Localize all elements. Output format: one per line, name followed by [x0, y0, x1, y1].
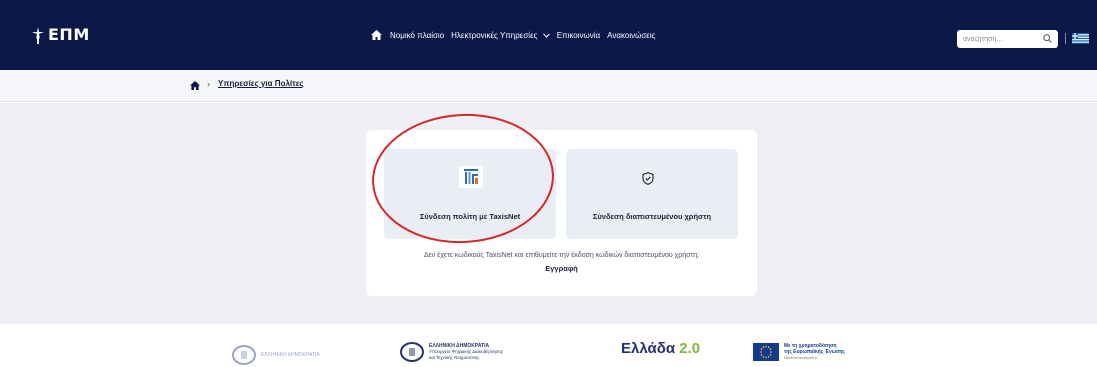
hellenic-republic-text: ΕΛΛΗΝΙΚΗ ΔΗΜΟΚΡΑΤΙΑ [261, 352, 320, 358]
ministry-line-1: Υπουργείο Ψηφιακής Διακυβέρνησης [429, 349, 503, 355]
eu-funding-text: Με τη χρηματοδότηση της Ευρωπαϊκής Ένωση… [784, 343, 845, 361]
breadcrumb-current[interactable]: Υπηρεσίες για Πολίτες [218, 79, 304, 88]
nav-e-services-label: Ηλεκτρονικές Υπηρεσίες [451, 30, 538, 40]
greece-2-0-logo: Ελλάδα 2.0 [621, 341, 700, 356]
footer-logos: ΕΛΛΗΝΙΚΗ ΔΗΜΟΚΡΑΤΙΑ ΕΛΛΗΝΙΚΗ ΔΗΜΟΚΡΑΤΙΑ … [0, 324, 1097, 367]
header-divider [1065, 33, 1066, 44]
hellenic-republic-logo: ΕΛΛΗΝΙΚΗ ΔΗΜΟΚΡΑΤΙΑ [232, 345, 320, 365]
ministry-digital-governance-logo: ΕΛΛΗΝΙΚΗ ΔΗΜΟΚΡΑΤΙΑ Υπουργείο Ψηφιακής Δ… [400, 342, 503, 362]
ministry-text: ΕΛΛΗΝΙΚΗ ΔΗΜΟΚΡΑΤΙΑ Υπουργείο Ψηφιακής Δ… [429, 343, 503, 361]
eu-line-3: NextGenerationEU [784, 355, 818, 360]
breadcrumb-separator: › [207, 79, 210, 89]
nav-contact[interactable]: Επικοινωνία [557, 31, 600, 40]
epm-logo[interactable]: ΕΠΜ [31, 26, 90, 44]
greece-2-0-wordmark: Ελλάδα 2.0 [621, 341, 700, 356]
taxisnet-logo-icon [459, 166, 483, 188]
nav-announcements[interactable]: Ανακοινώσεις [607, 31, 655, 40]
eu-flag-icon [753, 343, 779, 361]
main-nav: Νομικό πλαίσιο Ηλεκτρονικές Υπηρεσίες Επ… [371, 30, 655, 40]
epm-logo-icon [32, 27, 44, 44]
eu-funding-logo: Με τη χρηματοδότηση της Ευρωπαϊκής Ένωση… [753, 343, 845, 361]
breadcrumb-home-icon[interactable] [190, 81, 200, 90]
ministry-line-2: και Τεχνικής Νοημοσύνης [429, 354, 480, 360]
home-icon[interactable] [371, 30, 382, 40]
nav-e-services[interactable]: Ηλεκτρονικές Υπηρεσίες [451, 31, 550, 40]
greece-2-0-main: Ελλάδα [621, 340, 676, 357]
search-input[interactable] [957, 30, 1035, 48]
certified-user-login-label: Σύνδεση διαπιστευμένου χρήστη [592, 212, 712, 221]
login-card: Σύνδεση πολίτη με TaxisNet Σύνδεση διαπι… [366, 130, 757, 296]
greek-emblem-icon [400, 342, 424, 362]
logo-text: ΕΠΜ [48, 25, 90, 44]
search-icon[interactable] [1043, 34, 1052, 43]
search-box [957, 30, 1058, 48]
taxisnet-login-label: Σύνδεση πολίτη με TaxisNet [419, 212, 521, 221]
greece-2-0-version: 2.0 [679, 340, 701, 357]
register-link[interactable]: Εγγραφή [366, 264, 757, 273]
taxisnet-login-button[interactable]: Σύνδεση πολίτη με TaxisNet [384, 149, 556, 239]
chevron-down-icon [542, 33, 550, 38]
main-content: Σύνδεση πολίτη με TaxisNet Σύνδεση διαπι… [0, 103, 1097, 324]
greek-flag-icon[interactable] [1072, 33, 1089, 44]
top-navbar: ΕΠΜ Νομικό πλαίσιο Ηλεκτρονικές Υπηρεσίε… [0, 0, 1097, 70]
shield-check-icon [642, 172, 654, 185]
breadcrumb: › Υπηρεσίες για Πολίτες [0, 70, 1097, 102]
no-credentials-note: Δεν έχετε κωδικούς TaxisNet και επιθυμεί… [423, 252, 700, 259]
certified-user-login-button[interactable]: Σύνδεση διαπιστευμένου χρήστη [566, 149, 738, 239]
greek-emblem-icon [232, 345, 256, 365]
nav-legal-framework[interactable]: Νομικό πλαίσιο [390, 31, 444, 40]
